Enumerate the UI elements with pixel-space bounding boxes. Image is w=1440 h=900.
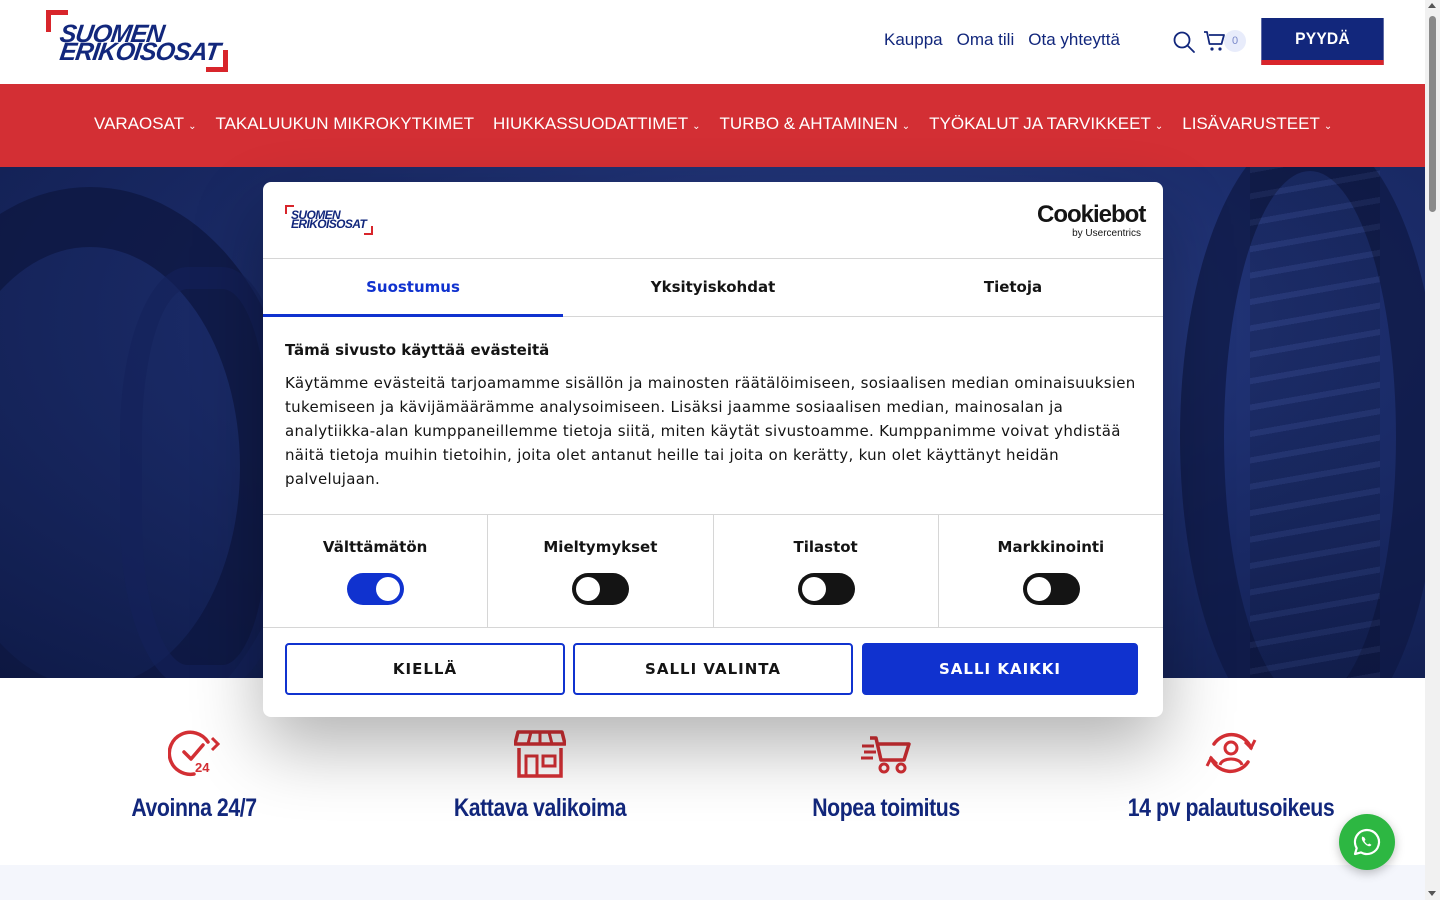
logo-line-2: ERIKOISOSAT	[58, 38, 222, 66]
dialog-header: SUOMEN ERIKOISOSAT Cookiebot by Usercent…	[263, 182, 1163, 259]
switch-knob	[376, 577, 401, 601]
nav-item-hiukkassuodattimet[interactable]: HIUKKASSUODATTIMET ⌄	[493, 114, 701, 134]
toggle-label: Mieltymykset	[543, 538, 658, 556]
fast-cart-icon	[861, 736, 911, 774]
store-icon	[514, 730, 566, 778]
switch-knob	[576, 577, 601, 601]
feature-title: Nopea toimitus	[812, 794, 960, 822]
scrollbar-thumb[interactable]	[1429, 16, 1436, 212]
cart-count-badge: 0	[1224, 30, 1246, 52]
top-links: Kauppa Oma tili Ota yhteyttä	[884, 30, 1120, 50]
scroll-down-arrow-icon[interactable]	[1428, 891, 1436, 896]
section-divider	[0, 865, 1425, 900]
nav-item-label: TURBO & AHTAMINEN	[719, 114, 898, 133]
nav-item-label: VARAOSAT	[94, 114, 185, 133]
feature-title: 14 pv palautusoikeus	[1127, 794, 1335, 822]
nav-item-tyokalut-tarvikkeet[interactable]: TYÖKALUT JA TARVIKKEET ⌄	[929, 114, 1163, 134]
tab-tietoja[interactable]: Tietoja	[863, 259, 1163, 316]
link-oma-tili[interactable]: Oma tili	[957, 30, 1015, 50]
toggle-necessary: Välttämätön	[263, 515, 489, 627]
search-icon[interactable]	[1172, 30, 1196, 54]
tab-suostumus[interactable]: Suostumus	[263, 259, 563, 317]
clock-24-icon: 24	[168, 730, 220, 777]
chevron-down-icon: ⌄	[188, 120, 197, 132]
toggle-label: Tilastot	[793, 538, 858, 556]
return-user-icon	[1205, 732, 1257, 774]
chevron-down-icon: ⌄	[901, 120, 911, 132]
chevron-down-icon: ⌄	[692, 120, 701, 132]
dialog-site-logo: SUOMEN ERIKOISOSAT	[285, 205, 373, 235]
logo-line-2: ERIKOISOSAT	[291, 217, 367, 231]
svg-text:24: 24	[195, 760, 210, 775]
switch-knob	[801, 577, 826, 601]
cookiebot-logo[interactable]: Cookiebot by Usercentrics	[1037, 201, 1146, 240]
marketing-switch[interactable]	[1022, 573, 1080, 605]
feature-title: Avoinna 24/7	[131, 794, 257, 822]
feature-open-24-7: 24 Avoinna 24/7	[44, 728, 344, 823]
cookiebot-sub: by Usercentrics	[1072, 228, 1141, 239]
feature-wide-selection: Kattava valikoima	[390, 728, 690, 823]
request-quote-button[interactable]: PYYDÄ TARJOUS	[1261, 18, 1384, 90]
page-scrollbar[interactable]	[1425, 0, 1440, 900]
toggle-statistics: Tilastot	[714, 515, 939, 627]
nav-item-label: TYÖKALUT JA TARVIKKEET	[929, 114, 1151, 133]
chevron-down-icon: ⌄	[1154, 120, 1164, 132]
scroll-up-arrow-icon[interactable]	[1428, 3, 1436, 8]
consent-toggles: Välttämätön Mieltymykset Tilastot Markki…	[263, 514, 1163, 628]
site-header: SUOMEN ERIKOISOSAT Kauppa Oma tili Ota y…	[0, 0, 1425, 90]
nav-item-label: TAKALUUKUN MIKROKYTKIMET	[215, 114, 474, 133]
dialog-body: Tämä sivusto käyttää evästeitä Käytämme …	[285, 340, 1141, 491]
necessary-switch[interactable]	[347, 573, 405, 605]
nav-item-label: LISÄVARUSTEET	[1182, 114, 1320, 133]
logo-corner	[206, 50, 228, 72]
logo-corner	[364, 226, 373, 235]
feature-fast-delivery: Nopea toimitus	[736, 728, 1036, 823]
feature-title: Kattava valikoima	[453, 794, 627, 822]
site-logo[interactable]: SUOMEN ERIKOISOSAT	[46, 10, 228, 72]
preferences-switch[interactable]	[572, 573, 630, 605]
toggle-label: Markkinointi	[997, 538, 1105, 556]
nav-item-turbo-ahtaminen[interactable]: TURBO & AHTAMINEN ⌄	[720, 114, 911, 134]
switch-knob	[1026, 577, 1051, 601]
dialog-buttons: KIELLÄ SALLI VALINTA SALLI KAIKKI	[285, 643, 1141, 695]
link-ota-yhteytta[interactable]: Ota yhteyttä	[1028, 30, 1120, 50]
allow-all-button[interactable]: SALLI KAIKKI	[862, 643, 1138, 695]
statistics-switch[interactable]	[797, 573, 855, 605]
dialog-tabs: Suostumus Yksityiskohdat Tietoja	[263, 259, 1163, 317]
nav-item-lisavarusteet[interactable]: LISÄVARUSTEET ⌄	[1182, 114, 1332, 134]
nav-item-varaosat[interactable]: VARAOSAT ⌄	[94, 114, 196, 134]
allow-selection-button[interactable]: SALLI VALINTA	[573, 643, 853, 695]
link-kauppa[interactable]: Kauppa	[884, 30, 943, 50]
toggle-preferences: Mieltymykset	[488, 515, 714, 627]
whatsapp-button[interactable]	[1339, 814, 1395, 870]
tab-yksityiskohdat[interactable]: Yksityiskohdat	[563, 259, 863, 316]
cookie-consent-dialog: SUOMEN ERIKOISOSAT Cookiebot by Usercent…	[263, 182, 1163, 717]
dialog-title: Tämä sivusto käyttää evästeitä	[285, 341, 550, 359]
dialog-description: Käytämme evästeitä tarjoamamme sisällön …	[285, 374, 1136, 488]
feature-return-policy: 14 pv palautusoikeus	[1081, 728, 1381, 823]
chevron-down-icon: ⌄	[1323, 120, 1333, 132]
nav-item-takaluukun-mikrokytkimet[interactable]: TAKALUUKUN MIKROKYTKIMET	[215, 114, 474, 134]
whatsapp-icon	[1353, 828, 1381, 856]
toggle-marketing: Markkinointi	[939, 515, 1163, 627]
deny-button[interactable]: KIELLÄ	[285, 643, 565, 695]
toggle-label: Välttämätön	[322, 538, 428, 556]
nav-item-label: HIUKKASSUODATTIMET	[492, 114, 689, 133]
hero-tread-graphic	[1250, 167, 1380, 678]
cookiebot-name: Cookiebot	[1037, 201, 1146, 228]
main-nav: VARAOSAT ⌄ TAKALUUKUN MIKROKYTKIMET HIUK…	[0, 84, 1425, 167]
